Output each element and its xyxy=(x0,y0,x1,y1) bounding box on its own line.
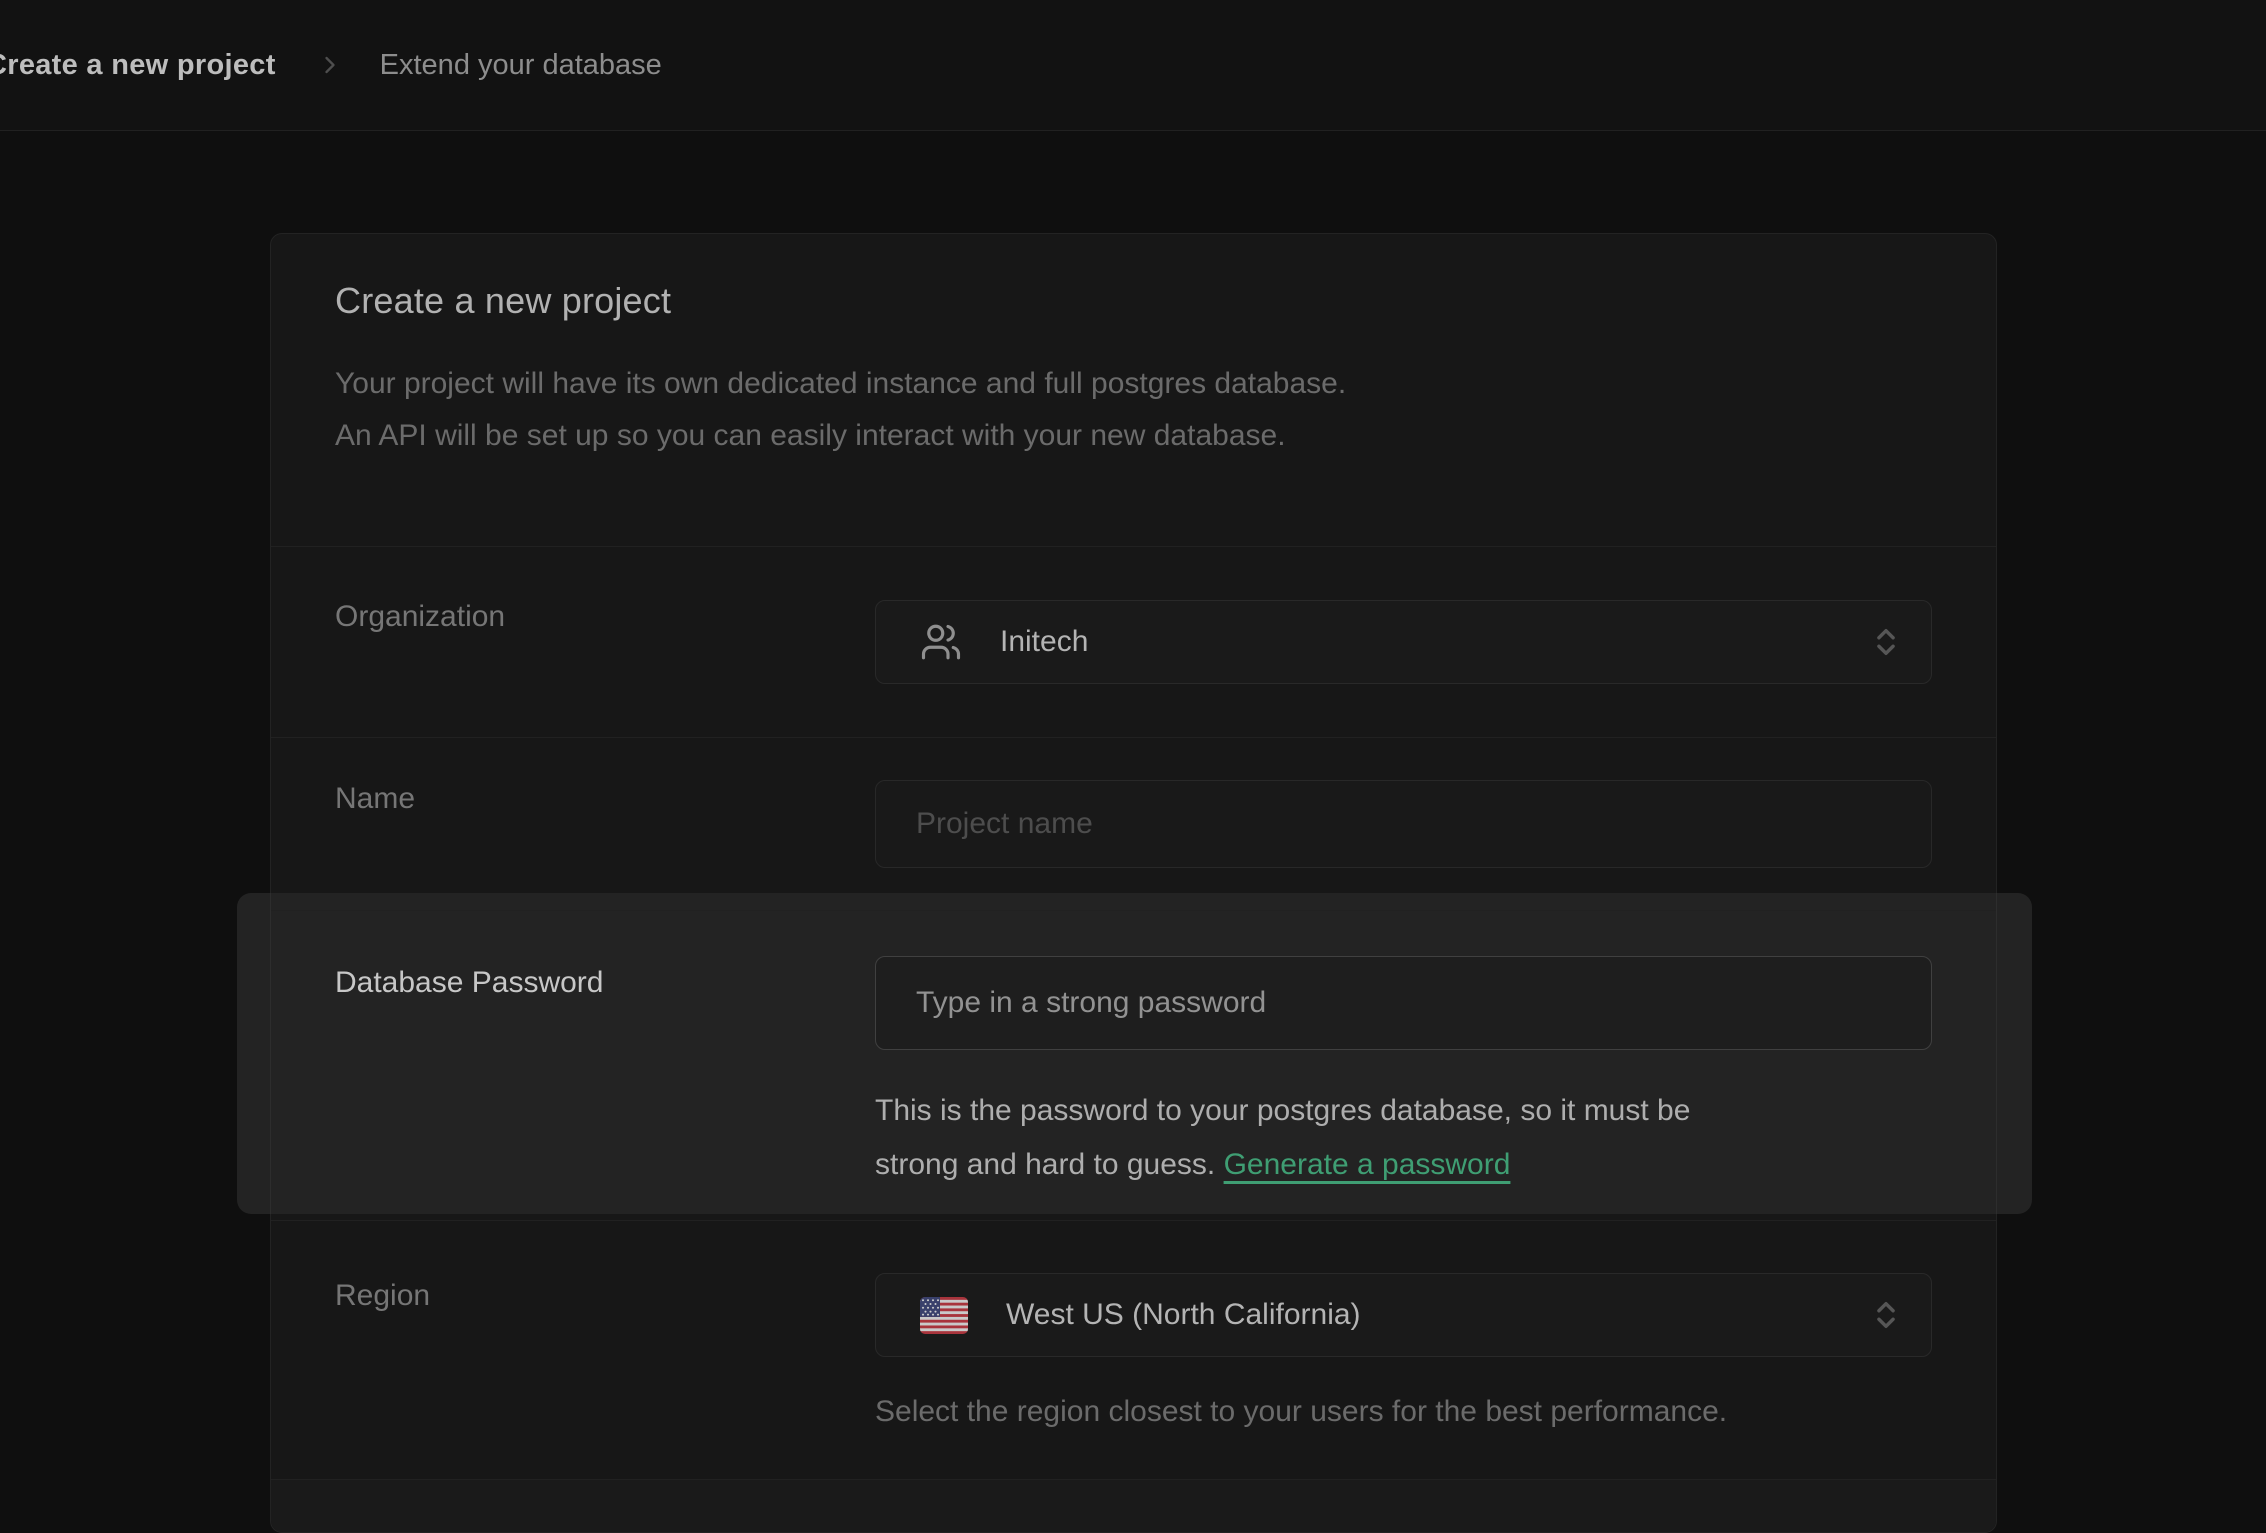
organization-row: Organization Initech xyxy=(271,547,1996,738)
create-project-card: Create a new project Your project will h… xyxy=(270,233,1997,1533)
region-value: West US (North California) xyxy=(1006,1298,1361,1332)
page-title: Create a new project xyxy=(335,280,1932,322)
organization-label: Organization xyxy=(335,600,875,634)
generate-password-link[interactable]: Generate a password xyxy=(1224,1148,1511,1181)
region-row: Region xyxy=(271,1221,1996,1480)
password-help-text: This is the password to your postgres da… xyxy=(875,1084,1932,1192)
chevrons-up-down-icon xyxy=(1869,625,1903,659)
breadcrumb-item-create-project[interactable]: Create a new project xyxy=(0,49,276,82)
region-help-text: Select the region closest to your users … xyxy=(875,1395,1932,1429)
us-flag-icon xyxy=(920,1297,968,1334)
card-description-line1: Your project will have its own dedicated… xyxy=(335,358,1932,410)
password-help-line1: This is the password to your postgres da… xyxy=(875,1084,1932,1138)
top-bar: Create a new project Extend your databas… xyxy=(0,0,2266,131)
organization-select[interactable]: Initech xyxy=(875,600,1932,684)
database-password-row: Database Password This is the password t… xyxy=(271,911,1996,1221)
chevron-right-icon xyxy=(316,51,344,79)
breadcrumb-item-extend-database[interactable]: Extend your database xyxy=(380,49,662,82)
region-label: Region xyxy=(335,1279,875,1313)
project-name-input[interactable] xyxy=(875,780,1932,868)
region-select[interactable]: West US (North California) xyxy=(875,1273,1932,1357)
card-edge-line xyxy=(1996,893,1997,1214)
organization-value: Initech xyxy=(1000,625,1088,659)
card-description: Your project will have its own dedicated… xyxy=(335,358,1932,462)
database-password-label: Database Password xyxy=(335,966,875,1000)
password-help-line2: strong and hard to guess. Generate a pas… xyxy=(875,1138,1932,1192)
page: { "breadcrumb": { "item1": "Create a new… xyxy=(0,0,2266,1488)
name-row: Name xyxy=(271,738,1996,911)
name-label: Name xyxy=(335,782,875,816)
card-header: Create a new project Your project will h… xyxy=(271,234,1996,547)
users-icon xyxy=(920,621,962,663)
database-password-input[interactable] xyxy=(875,956,1932,1050)
card-description-line2: An API will be set up so you can easily … xyxy=(335,410,1932,462)
chevrons-up-down-icon xyxy=(1869,1298,1903,1332)
